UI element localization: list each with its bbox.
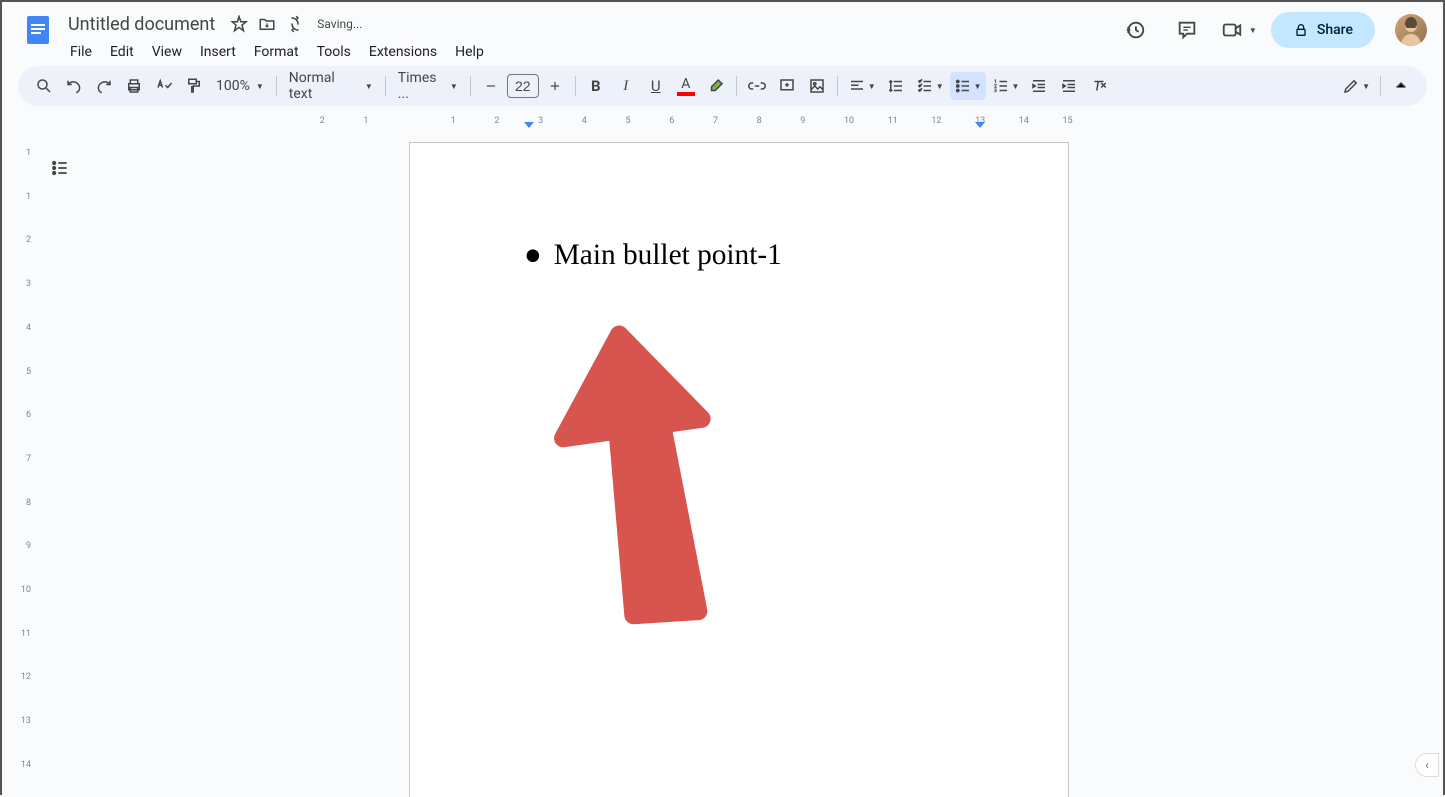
- document-title[interactable]: Untitled document: [62, 12, 221, 37]
- separator: [1380, 76, 1381, 96]
- spellcheck-button[interactable]: [150, 72, 178, 100]
- chevron-down-icon: ▼: [1249, 26, 1257, 35]
- chevron-down-icon: ▼: [1362, 82, 1370, 91]
- chevron-down-icon: ▼: [868, 82, 876, 91]
- collapse-toolbar-button[interactable]: [1387, 72, 1415, 100]
- bullet-list-item[interactable]: ● Main bullet point-1: [524, 239, 972, 273]
- menu-tools[interactable]: Tools: [309, 40, 359, 64]
- cloud-status-icon[interactable]: [285, 14, 305, 34]
- insert-link-button[interactable]: [743, 72, 771, 100]
- numbered-list-button[interactable]: 123▼: [988, 72, 1024, 100]
- undo-button[interactable]: [60, 72, 88, 100]
- bulleted-list-button[interactable]: ▼: [950, 72, 986, 100]
- formatting-toolbar: 100%▼ Normal text▼ Times ...▼ B I U A ▼ …: [18, 66, 1427, 106]
- chevron-down-icon: ▼: [1012, 82, 1020, 91]
- underline-button[interactable]: U: [642, 72, 670, 100]
- share-label: Share: [1317, 22, 1353, 38]
- bullet-text[interactable]: Main bullet point-1: [554, 239, 782, 273]
- font-select[interactable]: Times ...▼: [392, 72, 464, 100]
- menu-format[interactable]: Format: [246, 40, 307, 64]
- menu-view[interactable]: View: [144, 40, 190, 64]
- menu-file[interactable]: File: [62, 40, 100, 64]
- search-icon[interactable]: [30, 72, 58, 100]
- paragraph-style-select[interactable]: Normal text▼: [283, 72, 379, 100]
- share-button[interactable]: Share: [1271, 12, 1375, 48]
- menu-insert[interactable]: Insert: [192, 40, 244, 64]
- meet-button[interactable]: ▼: [1219, 10, 1259, 50]
- content-area: 11234567891011121314 ● Main bullet point…: [2, 130, 1443, 797]
- docs-logo[interactable]: [18, 10, 58, 50]
- document-body[interactable]: ● Main bullet point-1: [506, 239, 972, 273]
- menu-help[interactable]: Help: [447, 40, 492, 64]
- chevron-down-icon: ▼: [256, 82, 264, 91]
- menu-bar: File Edit View Insert Format Tools Exten…: [62, 38, 1115, 66]
- menu-extensions[interactable]: Extensions: [361, 40, 445, 64]
- italic-button[interactable]: I: [612, 72, 640, 100]
- horizontal-ruler[interactable]: 21123456789101112131415: [35, 114, 1443, 130]
- chevron-down-icon: ▼: [936, 82, 944, 91]
- paint-format-button[interactable]: [180, 72, 208, 100]
- separator: [837, 76, 838, 96]
- redo-button[interactable]: [90, 72, 118, 100]
- separator: [470, 76, 471, 96]
- font-size-input[interactable]: [507, 74, 539, 98]
- lock-icon: [1293, 22, 1309, 38]
- app-header: Untitled document Saving... File Edit Vi…: [2, 2, 1443, 66]
- header-actions: ▼ Share: [1115, 10, 1427, 50]
- line-spacing-button[interactable]: [882, 72, 910, 100]
- annotation-arrow: [540, 323, 740, 643]
- align-button[interactable]: ▼: [844, 72, 880, 100]
- menu-edit[interactable]: Edit: [102, 40, 142, 64]
- svg-text:3: 3: [994, 88, 997, 94]
- comments-icon[interactable]: [1167, 10, 1207, 50]
- text-color-button[interactable]: A: [672, 72, 700, 100]
- insert-image-button[interactable]: [803, 72, 831, 100]
- font-size-control: [477, 72, 569, 100]
- chevron-down-icon: ▼: [974, 82, 982, 91]
- separator: [575, 76, 576, 96]
- decrease-indent-button[interactable]: [1025, 72, 1053, 100]
- editing-mode-button[interactable]: ▼: [1338, 72, 1374, 100]
- font-size-increase[interactable]: [541, 72, 569, 100]
- title-area: Untitled document Saving... File Edit Vi…: [62, 10, 1115, 66]
- user-avatar[interactable]: [1395, 14, 1427, 46]
- separator: [385, 76, 386, 96]
- side-panel-collapse-button[interactable]: ‹: [1415, 753, 1439, 777]
- bullet-glyph: ●: [524, 239, 542, 273]
- font-size-decrease[interactable]: [477, 72, 505, 100]
- history-icon[interactable]: [1115, 10, 1155, 50]
- checklist-button[interactable]: ▼: [912, 72, 948, 100]
- separator: [736, 76, 737, 96]
- bold-button[interactable]: B: [582, 72, 610, 100]
- move-icon[interactable]: [257, 14, 277, 34]
- document-page[interactable]: ● Main bullet point-1: [409, 142, 1069, 797]
- document-scroll-area[interactable]: ● Main bullet point-1: [35, 130, 1443, 797]
- print-button[interactable]: [120, 72, 148, 100]
- separator: [276, 76, 277, 96]
- chevron-down-icon: ▼: [450, 82, 458, 91]
- chevron-down-icon: ▼: [365, 82, 373, 91]
- add-comment-button[interactable]: [773, 72, 801, 100]
- outline-toggle-button[interactable]: [46, 154, 74, 182]
- clear-formatting-button[interactable]: [1085, 72, 1113, 100]
- highlight-button[interactable]: [702, 72, 730, 100]
- star-icon[interactable]: [229, 14, 249, 34]
- zoom-select[interactable]: 100%▼: [210, 72, 270, 100]
- vertical-ruler[interactable]: 11234567891011121314: [2, 130, 35, 797]
- increase-indent-button[interactable]: [1055, 72, 1083, 100]
- save-status: Saving...: [317, 17, 362, 31]
